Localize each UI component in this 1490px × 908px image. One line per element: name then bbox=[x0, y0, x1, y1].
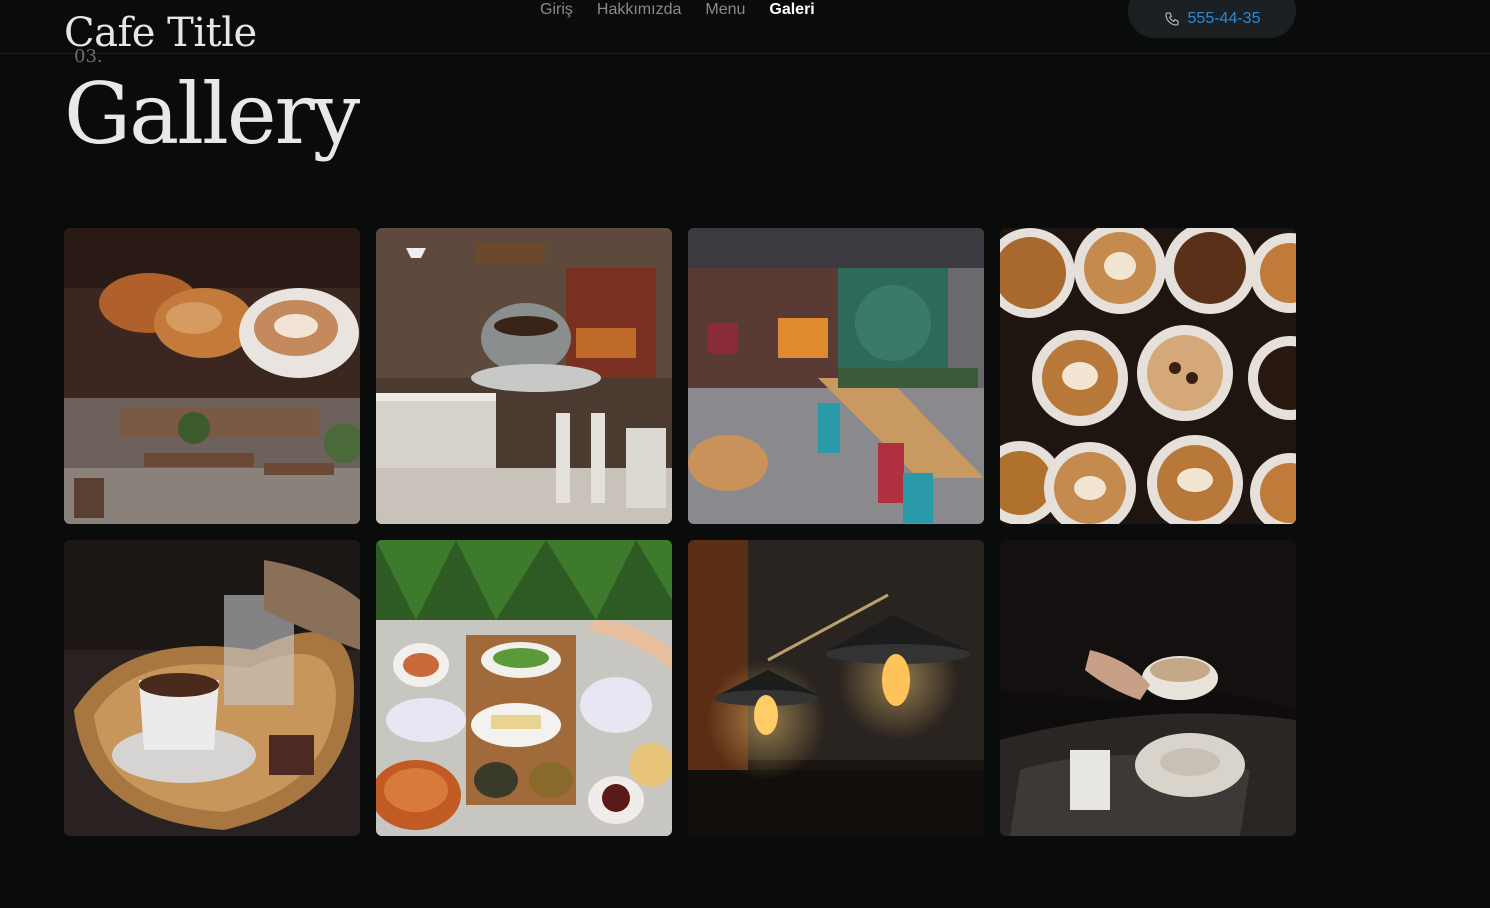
gallery-image-turkish-coffee-seating[interactable] bbox=[376, 228, 672, 524]
nav-link-giris[interactable]: Giriş bbox=[540, 0, 573, 20]
gallery-image-breakfast[interactable] bbox=[376, 540, 672, 836]
nav-link-galeri[interactable]: Galeri bbox=[769, 0, 814, 20]
gallery-image-heart-tray[interactable] bbox=[64, 540, 360, 836]
nav-link-menu[interactable]: Menu bbox=[705, 0, 745, 20]
gallery-image-pendant-lamps[interactable] bbox=[688, 540, 984, 836]
main-nav: Giriş Hakkımızda Menu Galeri bbox=[540, 0, 815, 20]
top-navbar: Cafe Title Giriş Hakkımızda Menu Galeri … bbox=[0, 0, 1490, 56]
gallery-image-cafe-storefront[interactable] bbox=[688, 228, 984, 524]
phone-button[interactable]: 555-44-35 bbox=[1128, 0, 1296, 38]
gallery-image-hand-cup[interactable] bbox=[1000, 540, 1296, 836]
gallery-grid bbox=[64, 228, 1296, 836]
gallery-image-latte-art[interactable] bbox=[1000, 228, 1296, 524]
phone-icon bbox=[1164, 12, 1179, 26]
gallery-image-croissants-latte[interactable] bbox=[64, 228, 360, 524]
nav-link-hakkimizda[interactable]: Hakkımızda bbox=[597, 0, 681, 20]
gallery-title: Gallery bbox=[64, 65, 360, 163]
phone-number[interactable]: 555-44-35 bbox=[1188, 10, 1261, 28]
